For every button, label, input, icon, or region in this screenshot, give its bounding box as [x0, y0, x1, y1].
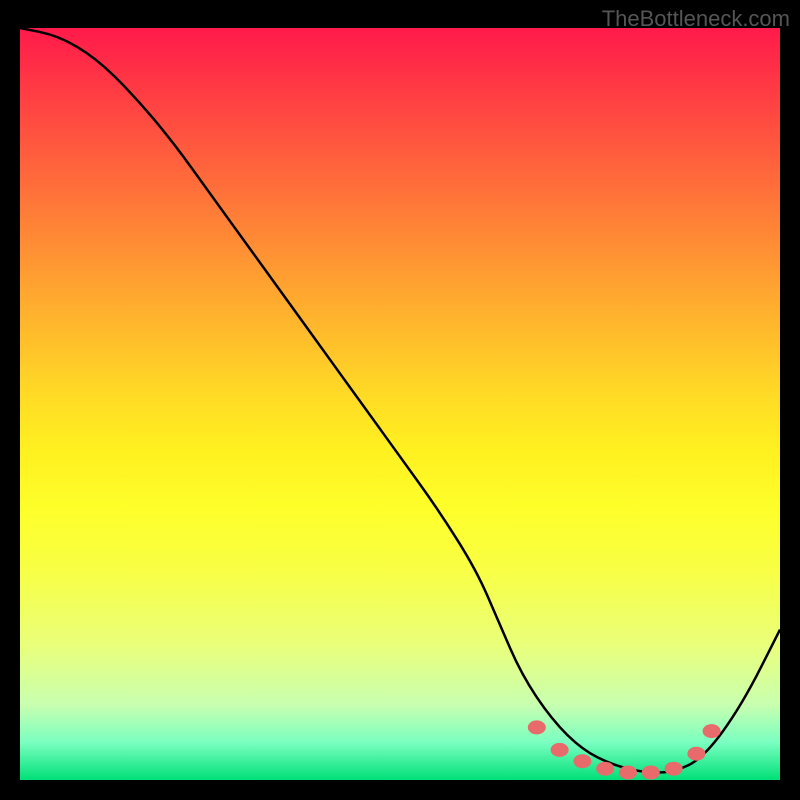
marker-dot: [642, 766, 660, 780]
marker-dot: [665, 762, 683, 776]
watermark-text: TheBottleneck.com: [602, 6, 790, 32]
marker-dot: [573, 754, 591, 768]
bottleneck-curve: [20, 28, 780, 773]
marker-dot: [596, 762, 614, 776]
marker-dot: [619, 766, 637, 780]
plot-area: [20, 28, 780, 780]
marker-dot: [551, 743, 569, 757]
chart-svg: [20, 28, 780, 780]
chart-container: TheBottleneck.com: [0, 0, 800, 800]
marker-dot: [703, 724, 721, 738]
marker-dot: [528, 720, 546, 734]
marker-dot: [687, 747, 705, 761]
optimal-range-markers: [528, 720, 721, 779]
